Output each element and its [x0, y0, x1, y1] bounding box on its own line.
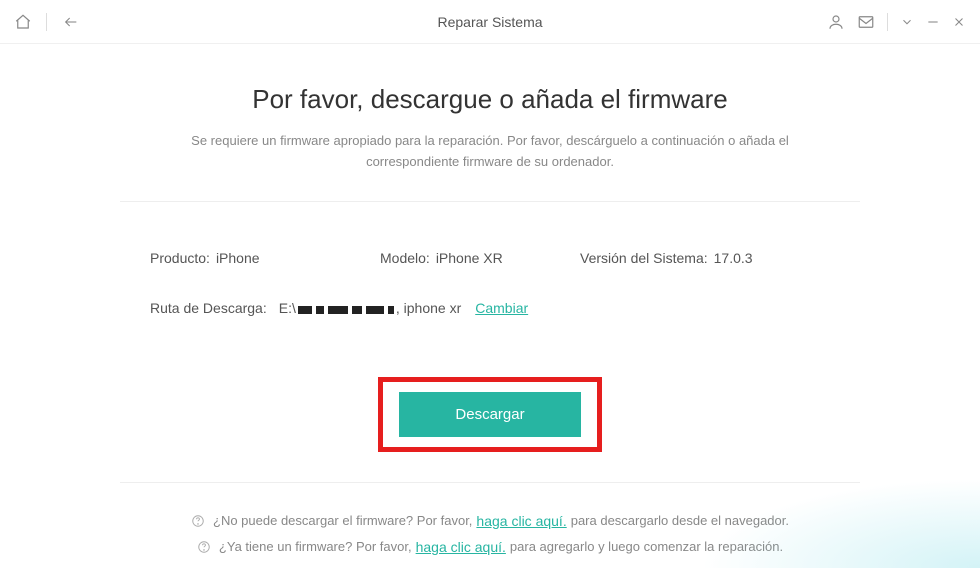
help-line-add: ¿Ya tiene un firmware? Por favor, haga c…: [0, 539, 980, 555]
model-label: Modelo:: [380, 250, 430, 266]
help-text: para descargarlo desde el navegador.: [571, 513, 789, 528]
help-text: ¿No puede descargar el firmware? Por fav…: [213, 513, 472, 528]
download-path-row: Ruta de Descarga: E:\ , iphone xr Cambiar: [150, 300, 830, 317]
back-arrow-icon[interactable]: [61, 14, 81, 30]
path-label: Ruta de Descarga:: [150, 300, 267, 316]
question-icon: [197, 540, 211, 554]
path-prefix: E:\: [279, 300, 296, 316]
window-title: Reparar Sistema: [437, 14, 542, 30]
download-highlight-box: Descargar: [378, 377, 601, 452]
help-text: para agregarlo y luego comenzar la repar…: [510, 539, 783, 554]
help-line-download: ¿No puede descargar el firmware? Por fav…: [0, 513, 980, 529]
user-icon[interactable]: [827, 13, 845, 31]
version-field: Versión del Sistema: 17.0.3: [580, 250, 753, 266]
model-field: Modelo: iPhone XR: [380, 250, 580, 266]
version-value: 17.0.3: [714, 250, 753, 266]
main-content: Por favor, descargue o añada el firmware…: [0, 44, 980, 555]
help-section: ¿No puede descargar el firmware? Por fav…: [0, 483, 980, 555]
page-subtitle: Se requiere un firmware apropiado para l…: [180, 131, 800, 173]
titlebar: Reparar Sistema: [0, 0, 980, 44]
chevron-down-icon[interactable]: [900, 15, 914, 29]
titlebar-left: [14, 13, 81, 31]
version-label: Versión del Sistema:: [580, 250, 708, 266]
divider: [46, 13, 47, 31]
mail-icon[interactable]: [857, 13, 875, 31]
path-suffix: , iphone xr: [396, 300, 461, 316]
titlebar-right: [827, 13, 966, 31]
change-path-link[interactable]: Cambiar: [475, 300, 528, 316]
model-value: iPhone XR: [436, 250, 503, 266]
download-button-wrap: Descargar: [0, 377, 980, 452]
help-text: ¿Ya tiene un firmware? Por favor,: [219, 539, 412, 554]
product-field: Producto: iPhone: [150, 250, 380, 266]
device-info-section: Producto: iPhone Modelo: iPhone XR Versi…: [0, 202, 980, 347]
question-icon: [191, 514, 205, 528]
page-title: Por favor, descargue o añada el firmware: [0, 84, 980, 115]
path-value: E:\ , iphone xr: [279, 300, 462, 317]
help-add-link[interactable]: haga clic aquí.: [416, 539, 506, 555]
minimize-icon[interactable]: [926, 15, 940, 29]
download-button[interactable]: Descargar: [399, 392, 580, 437]
help-browser-link[interactable]: haga clic aquí.: [476, 513, 566, 529]
product-value: iPhone: [216, 250, 260, 266]
divider: [887, 13, 888, 31]
device-info-row: Producto: iPhone Modelo: iPhone XR Versi…: [150, 250, 830, 266]
close-icon[interactable]: [952, 15, 966, 29]
redacted-path: [296, 301, 396, 317]
home-icon[interactable]: [14, 13, 32, 31]
product-label: Producto:: [150, 250, 210, 266]
